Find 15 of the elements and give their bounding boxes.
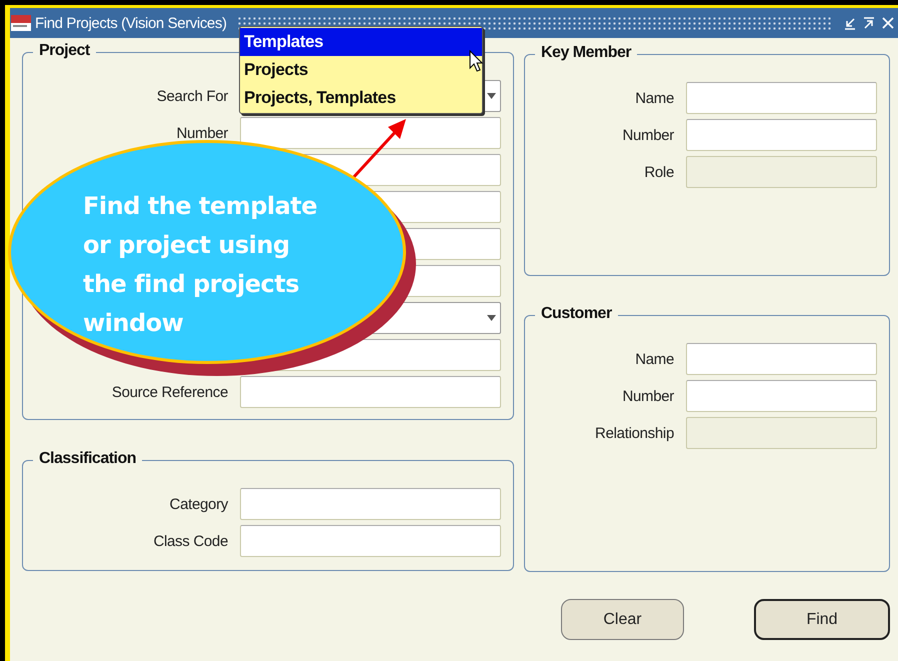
window-title: Find Projects (Vision Services) — [35, 14, 227, 32]
field-label: Source Reference — [110, 384, 228, 400]
field-label: Category — [168, 496, 228, 512]
field-label: Relationship — [594, 424, 674, 442]
field-label: Class Code — [152, 532, 228, 550]
field-label: Search For — [156, 88, 228, 104]
group-title: Key Member — [535, 44, 638, 62]
field-label: Name — [634, 90, 674, 106]
field-label: Number — [621, 126, 674, 144]
field-label: Number — [175, 124, 228, 142]
field-label: Number — [621, 388, 674, 404]
field-label: Role — [643, 164, 674, 180]
field-label: Name — [634, 350, 674, 368]
group-title: Project — [33, 42, 96, 60]
callout-text: Find the template or project using the find projects window — [83, 191, 318, 339]
